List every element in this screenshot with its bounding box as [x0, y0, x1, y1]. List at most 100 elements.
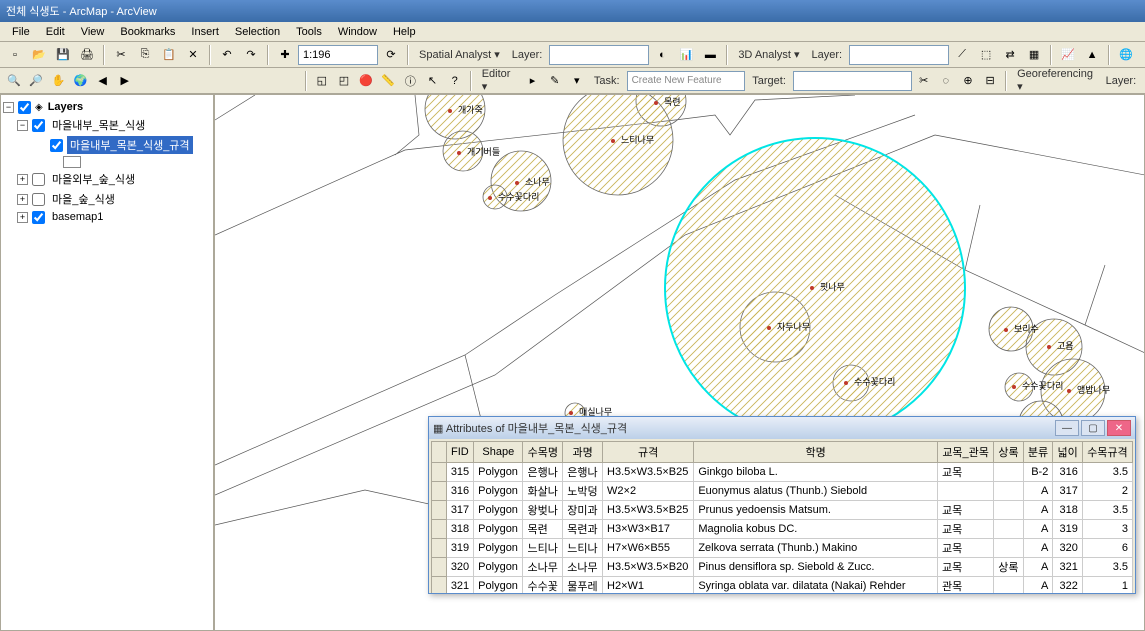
cell[interactable]: 목련: [523, 520, 563, 539]
cell[interactable]: A: [1023, 558, 1053, 577]
print-icon[interactable]: 🖨: [76, 44, 98, 66]
cell[interactable]: 319: [446, 539, 474, 558]
cell[interactable]: Syringa oblata var. dilatata (Nakai) Reh…: [694, 577, 938, 594]
cell[interactable]: [938, 482, 994, 501]
cell[interactable]: Polygon: [474, 577, 523, 594]
col-header[interactable]: 규격: [603, 442, 694, 463]
cell[interactable]: 321: [446, 577, 474, 594]
expand-icon[interactable]: −: [3, 102, 14, 113]
target-combo[interactable]: [793, 71, 912, 91]
cell[interactable]: 320: [446, 558, 474, 577]
edit-tool-icon[interactable]: ▸: [523, 70, 543, 92]
maximize-button[interactable]: ▢: [1081, 420, 1105, 436]
cell[interactable]: 노박덩: [563, 482, 603, 501]
cell[interactable]: Euonymus alatus (Thunb.) Siebold: [694, 482, 938, 501]
layer-label[interactable]: 마을외부_숲_식생: [49, 170, 138, 188]
paste-icon[interactable]: 📋: [158, 44, 180, 66]
measure-icon[interactable]: 📏: [378, 70, 398, 92]
cell[interactable]: [994, 539, 1024, 558]
cell[interactable]: 은행나: [523, 463, 563, 482]
edit-a-icon[interactable]: ✂: [914, 70, 934, 92]
cell[interactable]: [994, 577, 1024, 594]
col-header[interactable]: 넓이: [1053, 442, 1083, 463]
cell[interactable]: 6: [1082, 539, 1132, 558]
cell[interactable]: 목련과: [563, 520, 603, 539]
cell[interactable]: Polygon: [474, 539, 523, 558]
tool-e-icon[interactable]: ⬚: [975, 44, 997, 66]
attribute-grid[interactable]: FIDShape수목명과명규격학명교목_관목상록분류넓이수목규격315Polyg…: [431, 441, 1133, 593]
cell[interactable]: 322: [1053, 577, 1083, 594]
layer-checkbox[interactable]: [50, 139, 63, 152]
feature-point[interactable]: [1047, 345, 1051, 349]
table-row[interactable]: 321Polygon수수꽃물푸레H2×W1Syringa oblata var.…: [432, 577, 1133, 594]
cell[interactable]: 1: [1082, 577, 1132, 594]
expand-icon[interactable]: +: [17, 212, 28, 223]
layer-checkbox[interactable]: [32, 173, 45, 186]
expand-icon[interactable]: +: [17, 194, 28, 205]
identify-icon[interactable]: ⓘ: [400, 70, 420, 92]
cell[interactable]: 318: [446, 520, 474, 539]
cell[interactable]: 교목: [938, 558, 994, 577]
feature-point[interactable]: [654, 101, 658, 105]
cell[interactable]: A: [1023, 577, 1053, 594]
pan-icon[interactable]: ✋: [48, 70, 68, 92]
table-row[interactable]: 319Polygon느티나느티나H7×W6×B55Zelkova serrata…: [432, 539, 1133, 558]
cell[interactable]: A: [1023, 501, 1053, 520]
cell[interactable]: 321: [1053, 558, 1083, 577]
cell[interactable]: [994, 501, 1024, 520]
arrow-icon[interactable]: ↖: [422, 70, 442, 92]
feature-point[interactable]: [569, 411, 573, 415]
table-row[interactable]: 320Polygon소나무소나무H3.5×W3.5×B20Pinus densi…: [432, 558, 1133, 577]
cell[interactable]: 소나무: [523, 558, 563, 577]
cell[interactable]: 320: [1053, 539, 1083, 558]
zoom-in-icon[interactable]: 🔍: [4, 70, 24, 92]
spatial-analyst-dropdown[interactable]: Spatial Analyst ▾: [414, 46, 505, 63]
toc-item[interactable]: −마을내부_목본_식생: [3, 115, 211, 135]
cell[interactable]: H3.5×W3.5×B25: [603, 463, 694, 482]
col-header[interactable]: 수목명: [523, 442, 563, 463]
layer-checkbox[interactable]: [32, 193, 45, 206]
feature-point[interactable]: [611, 139, 615, 143]
tool-a-icon[interactable]: ◐: [651, 44, 673, 66]
minimize-button[interactable]: —: [1055, 420, 1079, 436]
col-header[interactable]: 상록: [994, 442, 1024, 463]
cell[interactable]: 상록: [994, 558, 1024, 577]
menu-help[interactable]: Help: [385, 24, 424, 40]
cell[interactable]: Prunus yedoensis Matsum.: [694, 501, 938, 520]
cell[interactable]: Polygon: [474, 520, 523, 539]
cell[interactable]: B-2: [1023, 463, 1053, 482]
menu-file[interactable]: File: [4, 24, 38, 40]
toc-item[interactable]: 마을내부_목본_식생_규격: [3, 135, 211, 155]
3d-analyst-dropdown[interactable]: 3D Analyst ▾: [733, 46, 804, 63]
georef-dropdown[interactable]: Georeferencing ▾: [1012, 66, 1098, 95]
expand-icon[interactable]: +: [17, 174, 28, 185]
cell[interactable]: A: [1023, 482, 1053, 501]
toc-root[interactable]: Layers: [45, 100, 86, 114]
refresh-icon[interactable]: ⟳: [380, 44, 402, 66]
cell[interactable]: Zelkova serrata (Thunb.) Makino: [694, 539, 938, 558]
tool-g-icon[interactable]: ▦: [1023, 44, 1045, 66]
toc-item[interactable]: + 마을외부_숲_식생: [3, 169, 211, 189]
toc-item[interactable]: +마을_숲_식생: [3, 189, 211, 209]
cell[interactable]: Polygon: [474, 482, 523, 501]
tool-f-icon[interactable]: ⇄: [999, 44, 1021, 66]
clear-sel-icon[interactable]: ◰: [334, 70, 354, 92]
menu-view[interactable]: View: [73, 24, 113, 40]
edit-vert-icon[interactable]: ▾: [567, 70, 587, 92]
cut-icon[interactable]: ✂: [110, 44, 132, 66]
cell[interactable]: Pinus densiflora sp. Siebold & Zucc.: [694, 558, 938, 577]
col-header[interactable]: 학명: [694, 442, 938, 463]
cell[interactable]: 3.5: [1082, 463, 1132, 482]
new-icon[interactable]: ▫: [4, 44, 26, 66]
feature-point[interactable]: [515, 181, 519, 185]
cell[interactable]: 317: [1053, 482, 1083, 501]
toc-item[interactable]: +basemap1: [3, 209, 211, 225]
cell[interactable]: 교목: [938, 520, 994, 539]
back-icon[interactable]: ◀: [93, 70, 113, 92]
task-combo[interactable]: Create New Feature: [627, 71, 746, 91]
cell[interactable]: H7×W6×B55: [603, 539, 694, 558]
menu-insert[interactable]: Insert: [183, 24, 227, 40]
menu-bookmarks[interactable]: Bookmarks: [112, 24, 183, 40]
col-header[interactable]: Shape: [474, 442, 523, 463]
cell[interactable]: 화살나: [523, 482, 563, 501]
